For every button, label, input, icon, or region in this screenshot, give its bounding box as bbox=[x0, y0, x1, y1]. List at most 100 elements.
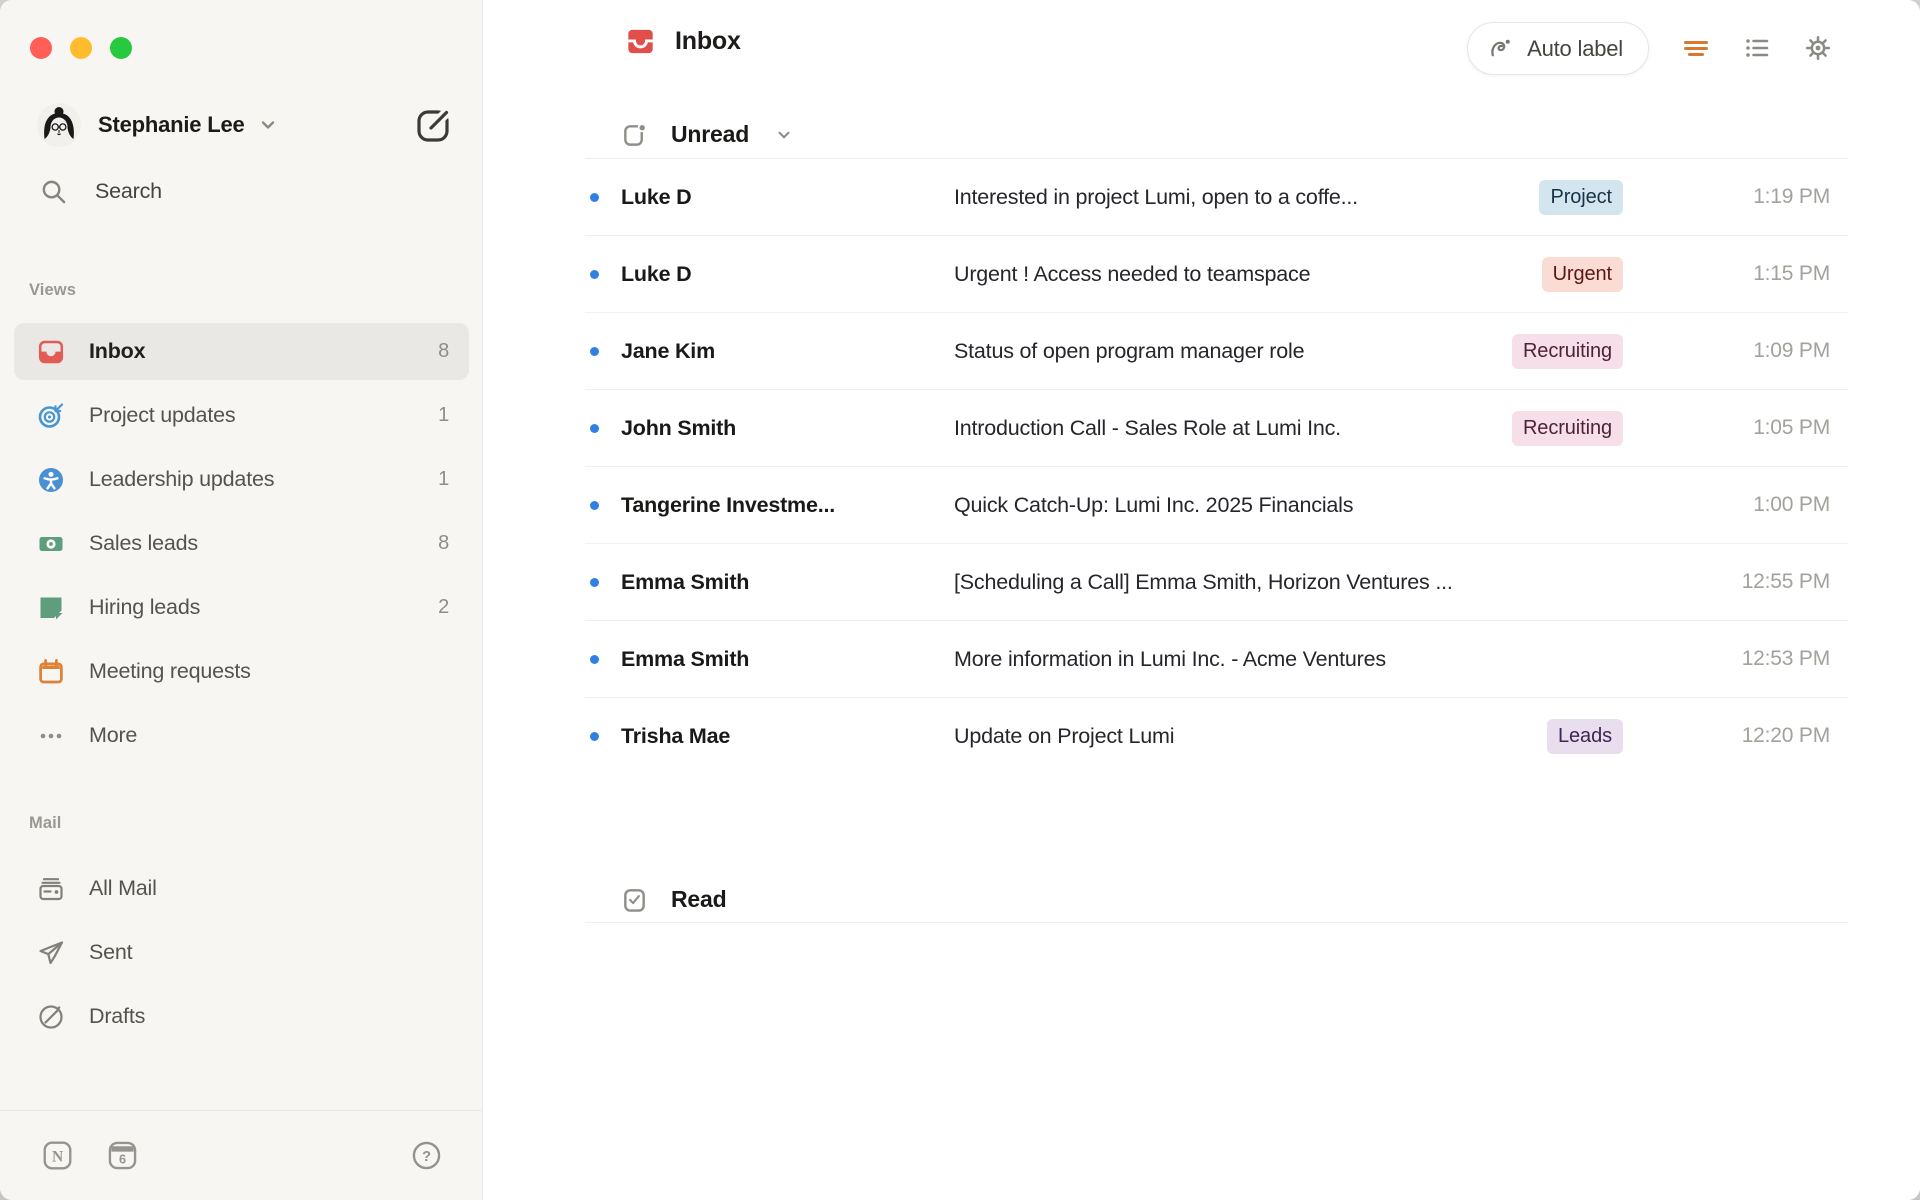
email-subject: Introduction Call - Sales Role at Lumi I… bbox=[954, 415, 1341, 440]
email-list: Luke D Interested in project Lumi, open t… bbox=[585, 158, 1848, 774]
sidebar-item-label: Inbox bbox=[89, 339, 146, 363]
bullet-list-icon[interactable] bbox=[1742, 33, 1772, 63]
email-tag[interactable]: Project bbox=[1539, 179, 1623, 215]
mail-stack-icon bbox=[37, 875, 65, 903]
unread-dot bbox=[590, 731, 599, 741]
paper-plane-icon bbox=[37, 939, 65, 967]
help-icon[interactable]: ? bbox=[411, 1140, 442, 1171]
email-row[interactable]: Luke D Interested in project Lumi, open t… bbox=[585, 159, 1848, 236]
sidebar: Stephanie Lee Search Views Inbox 8 Project … bbox=[0, 0, 483, 1200]
view-header: Inbox bbox=[625, 26, 741, 57]
unread-dot bbox=[590, 346, 599, 356]
email-tag-column: Urgent bbox=[1541, 256, 1623, 292]
ellipsis-icon bbox=[37, 722, 65, 750]
sidebar-item-label: All Mail bbox=[89, 876, 157, 900]
email-sender: Tangerine Investme... bbox=[621, 492, 836, 517]
email-tag-column: Recruiting bbox=[1511, 333, 1623, 369]
unread-group-header[interactable]: Unread bbox=[621, 121, 793, 148]
avatar bbox=[37, 103, 81, 147]
unread-count: 1 bbox=[438, 404, 449, 426]
chevron-down-icon bbox=[775, 126, 793, 144]
filter-icon[interactable] bbox=[1681, 33, 1711, 63]
sidebar-item-more[interactable]: More bbox=[14, 707, 469, 764]
email-subject: [Scheduling a Call] Emma Smith, Horizon … bbox=[954, 569, 1453, 594]
sidebar-item-label: Hiring leads bbox=[89, 595, 201, 619]
sidebar-item-drafts[interactable]: Drafts bbox=[14, 988, 469, 1045]
email-row[interactable]: Trisha Mae Update on Project Lumi Leads 12:… bbox=[585, 698, 1848, 774]
email-tag[interactable]: Recruiting bbox=[1511, 333, 1623, 369]
inbox-icon bbox=[37, 338, 65, 366]
email-tag[interactable]: Recruiting bbox=[1511, 410, 1623, 446]
email-tag-column: Project bbox=[1539, 179, 1623, 215]
read-group-header[interactable]: Read bbox=[621, 886, 727, 913]
gear-icon[interactable] bbox=[1803, 33, 1833, 63]
unread-count: 1 bbox=[438, 468, 449, 490]
sidebar-section-views: Views Inbox 8 Project updates 1 Leadership up… bbox=[14, 281, 469, 771]
draft-icon bbox=[37, 1003, 65, 1031]
email-tag[interactable]: Leads bbox=[1547, 718, 1623, 754]
email-row[interactable]: Luke D Urgent ! Access needed to teamspac… bbox=[585, 236, 1848, 313]
email-row[interactable]: Tangerine Investme... Quick Catch-Up: Lum… bbox=[585, 467, 1848, 544]
read-divider bbox=[585, 922, 1848, 923]
email-time: 12:53 PM bbox=[1741, 647, 1830, 670]
email-time: 1:05 PM bbox=[1753, 416, 1830, 439]
close-window-button[interactable] bbox=[30, 37, 52, 59]
sidebar-item-meeting-requests[interactable]: Meeting requests bbox=[14, 643, 469, 700]
svg-text:N: N bbox=[52, 1148, 63, 1165]
sidebar-item-leadership-updates[interactable]: Leadership updates 1 bbox=[14, 451, 469, 508]
unread-count: 2 bbox=[438, 596, 449, 618]
email-tag[interactable]: Urgent bbox=[1541, 256, 1623, 292]
email-subject: Status of open program manager role bbox=[954, 338, 1305, 363]
email-tag-column: Recruiting bbox=[1511, 410, 1623, 446]
note-icon bbox=[37, 594, 65, 622]
sidebar-item-inbox[interactable]: Inbox 8 bbox=[14, 323, 469, 380]
unread-dot bbox=[590, 654, 599, 664]
zoom-window-button[interactable] bbox=[110, 37, 132, 59]
auto-label-button[interactable]: Auto label bbox=[1467, 22, 1649, 75]
email-time: 1:15 PM bbox=[1753, 262, 1830, 285]
notion-logo-icon[interactable]: N bbox=[42, 1140, 73, 1171]
svg-text:6: 6 bbox=[119, 1151, 126, 1166]
calendar-icon bbox=[37, 658, 65, 686]
email-sender: Luke D bbox=[621, 184, 692, 209]
calendar-6-icon[interactable]: 6 bbox=[107, 1140, 138, 1171]
compose-icon[interactable] bbox=[412, 103, 456, 147]
svg-text:?: ? bbox=[422, 1149, 431, 1165]
unread-count: 8 bbox=[438, 340, 449, 362]
inbox-icon bbox=[625, 26, 656, 57]
money-icon bbox=[37, 530, 65, 558]
email-row[interactable]: Emma Smith More information in Lumi Inc. … bbox=[585, 621, 1848, 698]
read-checkbox-icon bbox=[621, 886, 648, 913]
email-subject: Interested in project Lumi, open to a co… bbox=[954, 184, 1358, 209]
search-input[interactable]: Search bbox=[40, 178, 162, 205]
sidebar-item-label: Meeting requests bbox=[89, 659, 251, 683]
unread-dot bbox=[590, 423, 599, 433]
email-row[interactable]: Emma Smith [Scheduling a Call] Emma Smith… bbox=[585, 544, 1848, 621]
email-subject: Urgent ! Access needed to teamspace bbox=[954, 261, 1311, 286]
email-sender: Luke D bbox=[621, 261, 692, 286]
auto-label-text: Auto label bbox=[1527, 35, 1623, 61]
email-sender: Emma Smith bbox=[621, 569, 750, 594]
email-row[interactable]: Jane Kim Status of open program manager r… bbox=[585, 313, 1848, 390]
section-label: Mail bbox=[29, 814, 62, 832]
sidebar-item-hiring-leads[interactable]: Hiring leads 2 bbox=[14, 579, 469, 636]
window-controls bbox=[30, 37, 132, 59]
sidebar-item-sent[interactable]: Sent bbox=[14, 924, 469, 981]
sidebar-item-sales-leads[interactable]: Sales leads 8 bbox=[14, 515, 469, 572]
unread-dot bbox=[590, 192, 599, 202]
sidebar-item-label: More bbox=[89, 723, 138, 747]
sidebar-item-label: Sent bbox=[89, 940, 133, 964]
email-row[interactable]: John Smith Introduction Call - Sales Role… bbox=[585, 390, 1848, 467]
email-sender: Trisha Mae bbox=[621, 723, 731, 748]
sidebar-item-project-updates[interactable]: Project updates 1 bbox=[14, 387, 469, 444]
app-window: Stephanie Lee Search Views Inbox 8 Project … bbox=[0, 0, 1920, 1200]
minimize-window-button[interactable] bbox=[70, 37, 92, 59]
account-switcher[interactable]: Stephanie Lee bbox=[37, 101, 456, 149]
target-icon bbox=[37, 402, 65, 430]
sidebar-item-all-mail[interactable]: All Mail bbox=[14, 860, 469, 917]
email-sender: Jane Kim bbox=[621, 338, 715, 363]
unread-count: 8 bbox=[438, 532, 449, 554]
sidebar-item-label: Leadership updates bbox=[89, 467, 275, 491]
unread-dot bbox=[590, 269, 599, 279]
email-subject: Quick Catch-Up: Lumi Inc. 2025 Financial… bbox=[954, 492, 1354, 517]
